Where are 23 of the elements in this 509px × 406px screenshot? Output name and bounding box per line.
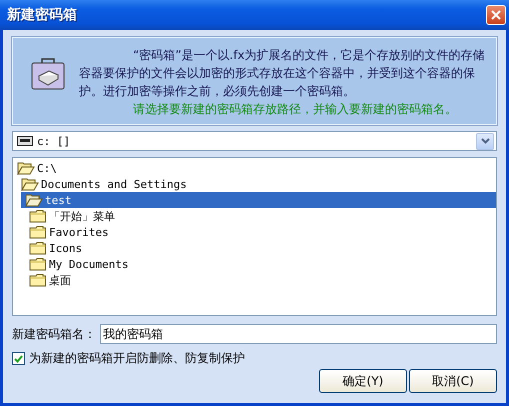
folder-tree[interactable]: C:\ Documents and Settings test 「开始」菜单 Favorites Icons My Documents 桌面: [12, 157, 497, 316]
window-title: 新建密码箱: [7, 6, 77, 24]
tree-item[interactable]: Documents and Settings: [17, 176, 496, 192]
description-text: “密码箱”是一个以.fx为扩展名的文件，它是个存放别的文件的存储容器要保护的文件会以加密的形式存放在这个容器中，并受到这个容器的保护。进行加密等操作之前，必须先创建一个密码箱。: [79, 47, 486, 100]
tree-item[interactable]: 桌面: [25, 272, 496, 288]
drive-icon: [17, 136, 33, 146]
checkbox-label: 为新建的密码箱开启防删除、防复制保护: [29, 350, 245, 367]
name-input[interactable]: 我的密码箱: [100, 324, 497, 344]
tree-item[interactable]: C:\: [13, 160, 496, 176]
tree-item[interactable]: My Documents: [25, 256, 496, 272]
drive-dropdown[interactable]: c: []: [12, 131, 497, 151]
dialog-button[interactable]: 确定(Y): [319, 369, 407, 393]
checkbox[interactable]: [12, 352, 25, 365]
tree-item[interactable]: Favorites: [25, 224, 496, 240]
instruction-text: 请选择要新建的密码箱存放路径，并输入要新建的密码箱名。: [133, 101, 458, 118]
dialog-button[interactable]: 取消(C): [409, 369, 497, 393]
tree-item[interactable]: Icons: [25, 240, 496, 256]
box-icon: [31, 58, 65, 90]
close-button[interactable]: [486, 5, 506, 25]
close-icon: [491, 10, 501, 20]
tree-item[interactable]: 「开始」菜单: [25, 208, 496, 224]
name-label: 新建密码箱名：: [12, 326, 96, 342]
tree-item[interactable]: test: [21, 192, 496, 208]
